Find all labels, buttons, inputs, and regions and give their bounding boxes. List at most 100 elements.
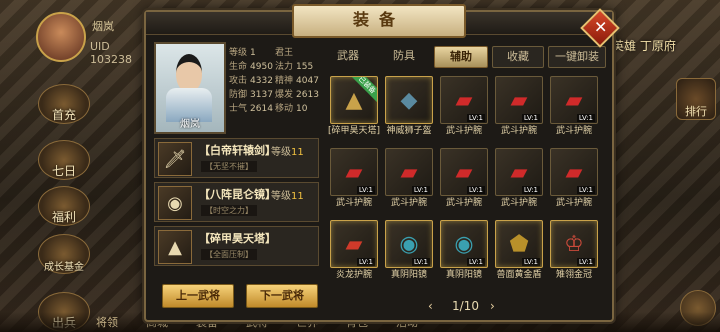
stat-cell: 法力 155	[275, 62, 314, 72]
item-level: LV:1	[576, 114, 595, 122]
tower-icon: ▲	[158, 230, 192, 264]
item-slot[interactable]: ◆ 神威狮子盔	[383, 74, 435, 138]
hero-info: 烟岚 等级 1 君王 生命 4950 法力 155 攻击 4332 精神 4047 防御 3137 爆发 2…	[154, 42, 319, 312]
item-level: LV:1	[576, 258, 595, 266]
item-name: 真阴阳镜	[445, 270, 482, 280]
item-level: LV:1	[521, 114, 540, 122]
item-frame: ▰ LV:1	[440, 148, 488, 196]
item-frame: ▰ LV:1	[550, 148, 598, 196]
growth-fund-button[interactable]: 成长基金	[38, 234, 90, 274]
item-slot[interactable]: ◉ LV:1 真阴阳镜	[383, 218, 435, 282]
first-recharge-button[interactable]: 首充	[38, 84, 90, 124]
next-page-icon[interactable]: ›	[490, 299, 495, 313]
item-name: 武斗护腕	[390, 198, 427, 208]
equipped-weapon-slot[interactable]: 🗡 【白帝轩辕剑】 等级11 【无坚不摧】	[154, 138, 319, 178]
item-frame: ◉ LV:1	[440, 220, 488, 268]
item-slot[interactable]: ▲ 已装备 [碎甲昊天塔]	[328, 74, 380, 138]
item-level: LV:1	[466, 186, 485, 194]
stat-cell: 爆发 2613	[275, 90, 319, 100]
stat-cell: 移动 10	[275, 104, 308, 114]
item-frame: ▰ LV:1	[495, 148, 543, 196]
tab-collection[interactable]: 收藏	[492, 46, 544, 68]
tab-armor[interactable]: 防具	[380, 46, 428, 66]
player-uid: UID 103238	[90, 40, 132, 66]
hero-portrait: 烟岚	[154, 42, 226, 134]
item-level: LV:1	[521, 258, 540, 266]
bottom-item[interactable]: 将领	[96, 314, 118, 330]
item-name: 真阴阳镜	[390, 270, 427, 280]
item-frame: ▰ LV:1	[550, 76, 598, 124]
welfare-button[interactable]: 福利	[38, 186, 90, 226]
item-name: 武斗护腕	[500, 198, 537, 208]
stat-row: 防御 3137 爆发 2613	[229, 88, 321, 102]
next-hero-button[interactable]: 下一武将	[246, 284, 318, 308]
equipment-panel: 装备 烟岚 等级 1 君王 生命 4950 法力 155 攻击 4332 精神 4047 防御 3137…	[144, 4, 614, 322]
item-slot[interactable]: ▰ LV:1 武斗护腕	[493, 74, 545, 138]
stat-cell: 君王	[275, 48, 294, 58]
item-frame: ▰ LV:1	[330, 148, 378, 196]
item-level: LV:1	[411, 186, 430, 194]
item-name: 武斗护腕	[445, 126, 482, 136]
item-frame: ▰ LV:1	[385, 148, 433, 196]
equipped-accessory-slot[interactable]: ▲ 【碎甲昊天塔】 【全面压制】	[154, 226, 319, 266]
player-avatar[interactable]	[36, 12, 86, 62]
item-slot[interactable]: ▰ LV:1 武斗护腕	[548, 146, 600, 210]
item-name: [碎甲昊天塔]	[327, 126, 381, 136]
item-frame: ▰ LV:1	[330, 220, 378, 268]
stat-cell: 生命 4950	[229, 62, 273, 72]
item-name: 武斗护腕	[555, 126, 592, 136]
tab-weapon[interactable]: 武器	[324, 46, 372, 66]
item-name: 炎龙护腕	[335, 270, 372, 280]
item-frame: ▰ LV:1	[495, 76, 543, 124]
stat-cell: 攻击 4332	[229, 76, 273, 86]
item-level: LV:1	[356, 186, 375, 194]
stat-cell: 防御 3137	[229, 90, 273, 100]
item-level: LV:1	[411, 258, 430, 266]
equipped-armor-slot[interactable]: ◉ 【八阵昆仑镜】 等级11 【时空之力】	[154, 182, 319, 222]
item-slot[interactable]: ▰ LV:1 武斗护腕	[438, 74, 490, 138]
stat-row: 生命 4950 法力 155	[229, 60, 321, 74]
item-name: 武斗护腕	[335, 198, 372, 208]
unequip-all-button[interactable]: 一键卸装	[548, 46, 606, 68]
stat-cell: 精神 4047	[275, 76, 319, 86]
item-frame: ♔ LV:1	[550, 220, 598, 268]
page-indicator: 1/10	[452, 299, 479, 313]
item-frame: ⬟ LV:1	[495, 220, 543, 268]
seven-day-button[interactable]: 七日	[38, 140, 90, 180]
hero-stats: 等级 1 君王 生命 4950 法力 155 攻击 4332 精神 4047 防御 3137 爆发 2613…	[229, 46, 321, 116]
item-grid: ▲ 已装备 [碎甲昊天塔] ◆ 神威狮子盔 ▰ LV:1 武斗护腕 ▰ LV:1 武斗护腕 ▰ LV:1…	[328, 74, 606, 296]
player-name: 烟岚	[92, 20, 114, 33]
item-slot[interactable]: ⬟ LV:1 兽面黄金盾	[493, 218, 545, 282]
tab-accessory[interactable]: 辅助	[434, 46, 488, 68]
item-slot[interactable]: ♔ LV:1 雉翎金冠	[548, 218, 600, 282]
item-slot[interactable]: ▰ LV:1 武斗护腕	[383, 146, 435, 210]
item-slot[interactable]: ▰ LV:1 武斗护腕	[328, 146, 380, 210]
panel-title: 装备	[292, 4, 466, 38]
item-level: LV:1	[521, 186, 540, 194]
item-name: 雉翎金冠	[555, 270, 592, 280]
stat-cell: 等级 1	[229, 48, 256, 58]
item-name: 武斗护腕	[555, 198, 592, 208]
rank-button[interactable]: 排行	[676, 78, 716, 120]
item-slot[interactable]: ▰ LV:1 武斗护腕	[548, 74, 600, 138]
helmet-icon: ◆	[400, 87, 418, 113]
item-frame: ▲ 已装备	[330, 76, 378, 124]
equipment-tabs: 武器 防具 辅助 收藏 一键卸装	[324, 46, 606, 68]
item-slot[interactable]: ▰ LV:1 武斗护腕	[438, 146, 490, 210]
prev-hero-button[interactable]: 上一武将	[162, 284, 234, 308]
item-name: 武斗护腕	[445, 198, 482, 208]
item-name: 武斗护腕	[500, 126, 537, 136]
left-hud: 烟岚 UID 103238 首充 七日 福利 成长基金 出兵	[0, 0, 132, 332]
stat-cell: 士气 2614	[229, 104, 273, 114]
hero-name: 烟岚	[180, 119, 200, 130]
item-slot[interactable]: ◉ LV:1 真阴阳镜	[438, 218, 490, 282]
mirror-icon: ◉	[158, 186, 192, 220]
prev-page-icon[interactable]: ‹	[428, 299, 433, 313]
pagination: ‹ 1/10 ›	[428, 299, 528, 317]
item-slot[interactable]: ▰ LV:1 炎龙护腕	[328, 218, 380, 282]
item-frame: ▰ LV:1	[440, 76, 488, 124]
item-name: 兽面黄金盾	[496, 270, 542, 280]
item-slot[interactable]: ▰ LV:1 武斗护腕	[493, 146, 545, 210]
item-name: 神威狮子盔	[386, 126, 432, 136]
stat-row: 士气 2614 移动 10	[229, 102, 321, 116]
